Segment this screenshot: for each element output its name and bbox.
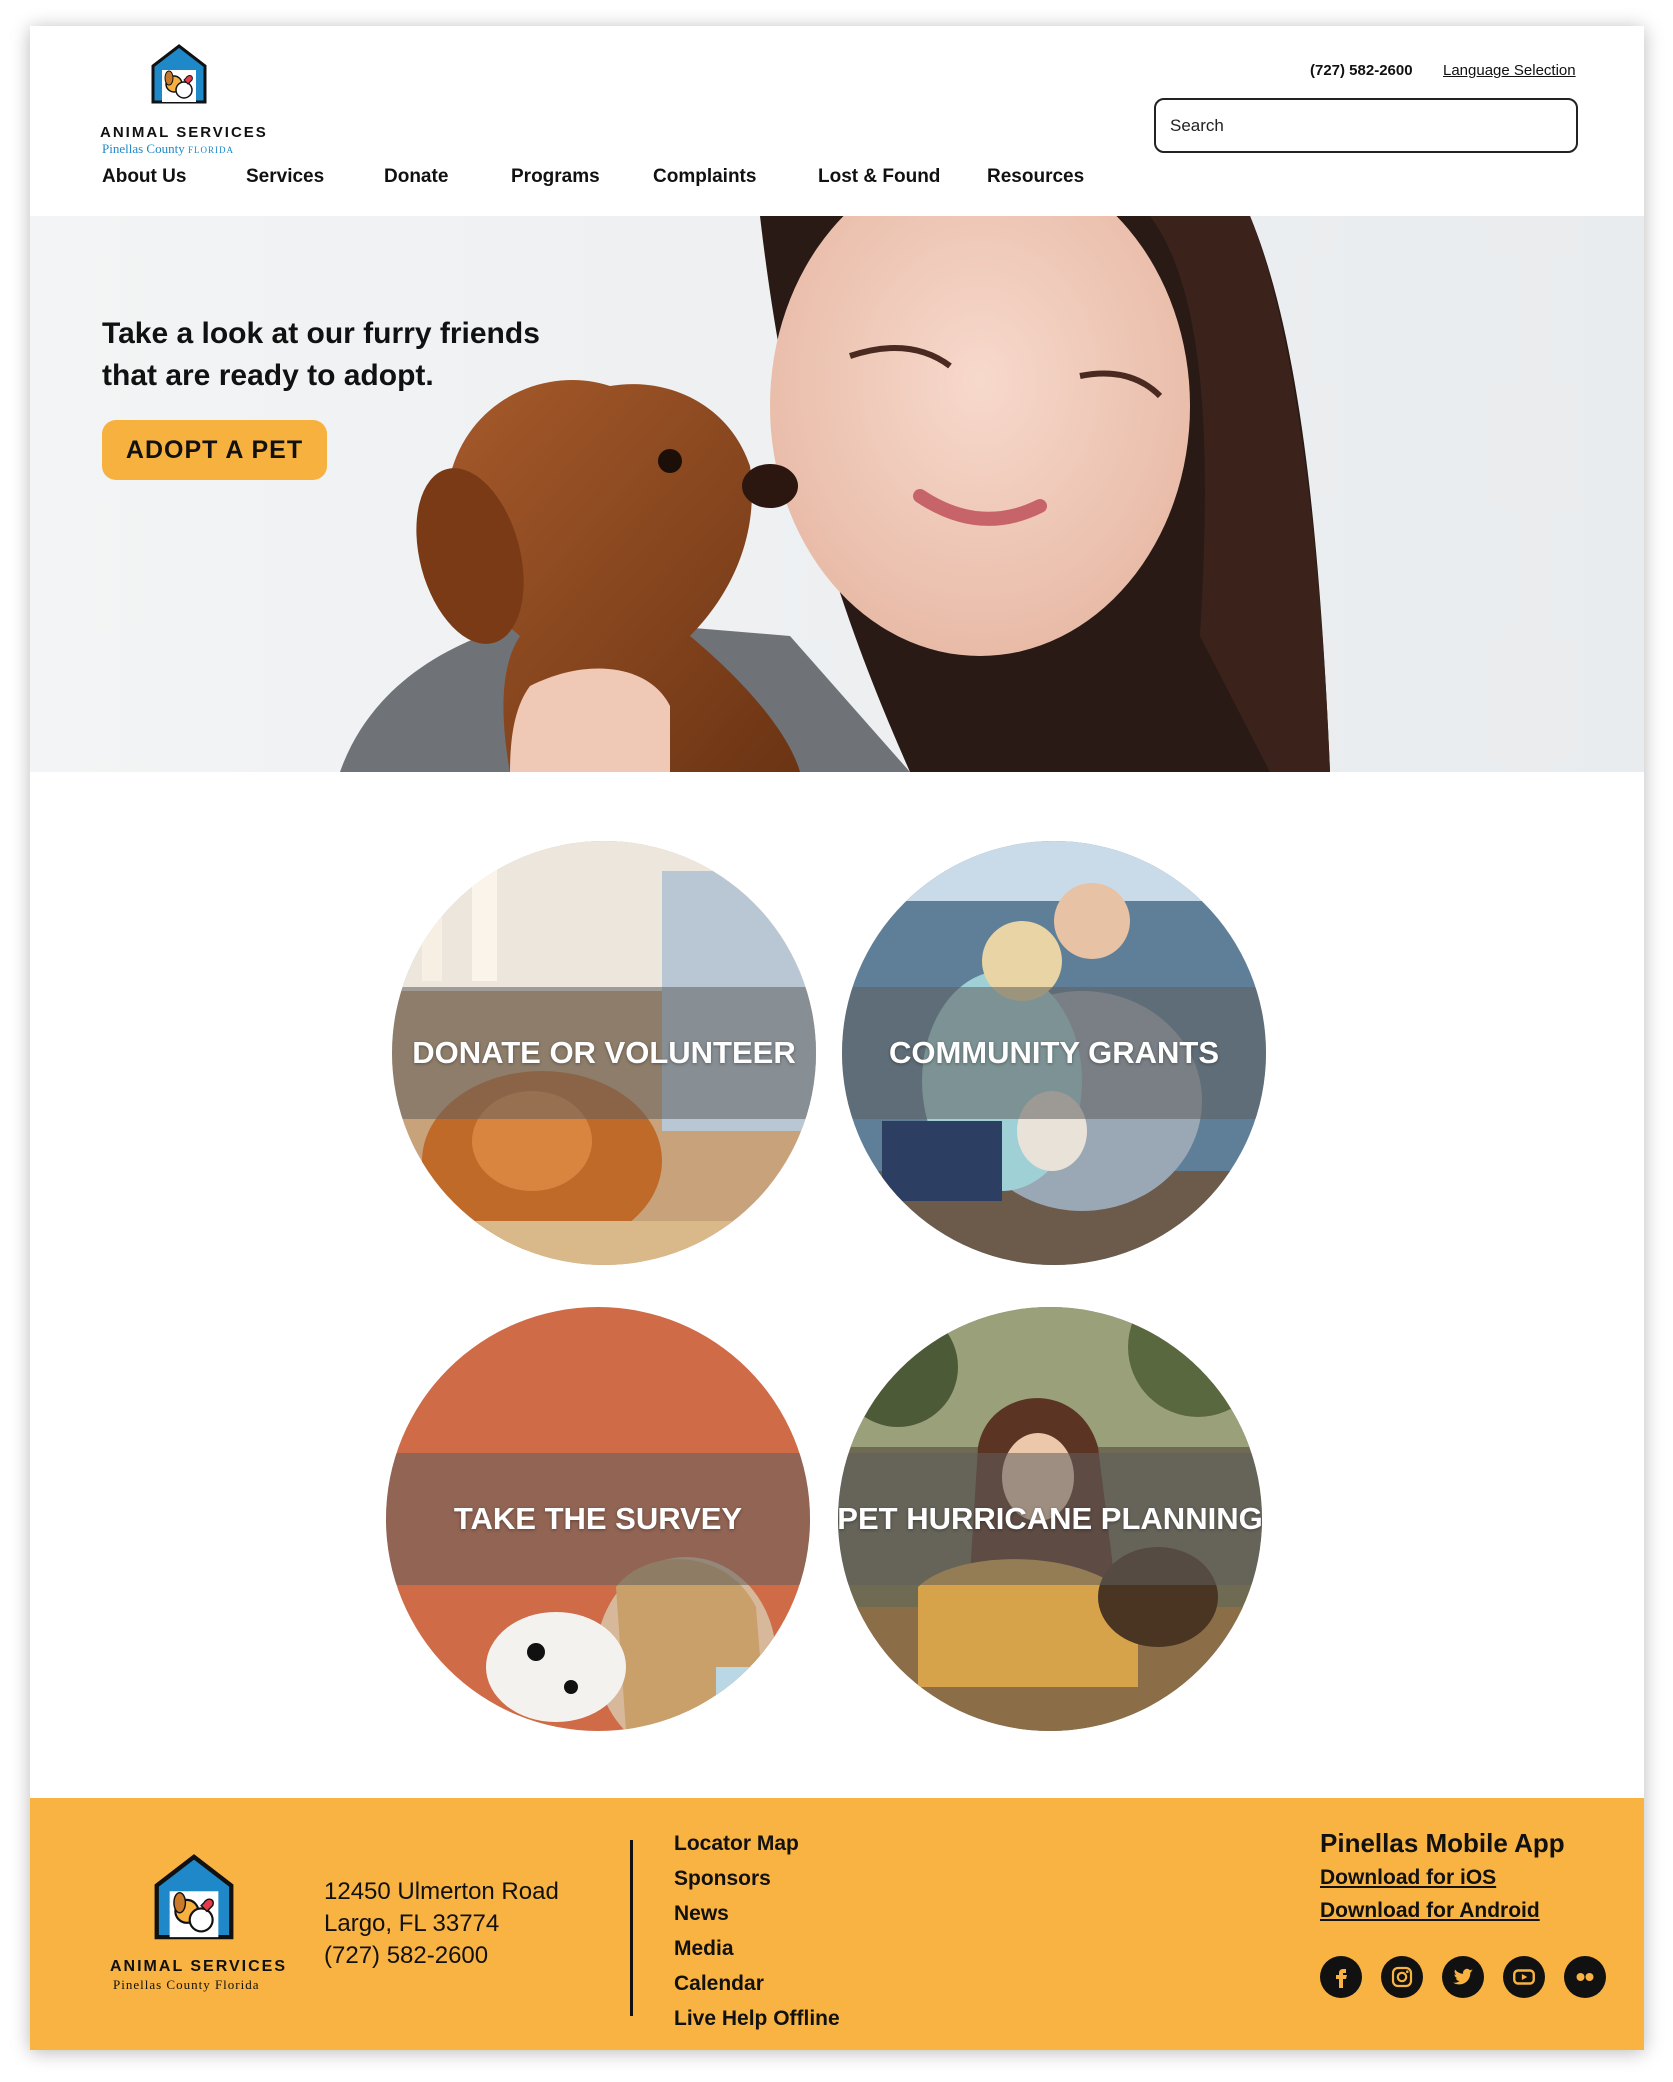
search-input[interactable]: [1154, 98, 1578, 153]
site-logo[interactable]: ANIMAL SERVICES Pinellas County FLORIDA: [100, 44, 270, 156]
tile-take-survey[interactable]: TAKE THE SURVEY: [386, 1307, 810, 1731]
tile-donate-volunteer[interactable]: DONATE OR VOLUNTEER: [392, 841, 816, 1265]
nav-item-resources[interactable]: Resources: [987, 166, 1084, 188]
footer-logo[interactable]: ANIMAL SERVICES Pinellas County Florida: [110, 1854, 290, 1992]
tile-label-donate-volunteer: DONATE OR VOLUNTEER: [412, 1035, 796, 1070]
language-selection-link[interactable]: Language Selection: [1443, 62, 1576, 79]
logo-brand-text: ANIMAL SERVICES: [100, 124, 268, 141]
site-footer: ANIMAL SERVICES Pinellas County Florida …: [30, 1798, 1644, 2050]
site-header: ANIMAL SERVICES Pinellas County FLORIDA …: [30, 26, 1644, 216]
download-ios-link[interactable]: Download for iOS: [1320, 1866, 1496, 1890]
footer-logo-house-icon: [154, 1854, 234, 1940]
facebook-icon[interactable]: [1320, 1956, 1362, 1998]
nav-item-donate[interactable]: Donate: [384, 166, 448, 188]
instagram-icon[interactable]: [1381, 1956, 1423, 1998]
hero-headline-line2: that are ready to adopt.: [102, 359, 434, 392]
footer-divider: [630, 1840, 633, 2016]
nav-item-about-us[interactable]: About Us: [102, 166, 186, 188]
nav-item-services[interactable]: Services: [246, 166, 324, 188]
tile-label-community-grants: COMMUNITY GRANTS: [888, 1035, 1220, 1070]
hero-headline: Take a look at our furry friends that ar…: [102, 313, 562, 397]
footer-links: Locator Map Sponsors News Media Calendar…: [674, 1826, 840, 2036]
tile-pet-hurricane-planning[interactable]: PET HURRICANE PLANNING: [838, 1307, 1262, 1731]
nav-item-lost-found[interactable]: Lost & Found: [818, 166, 940, 188]
logo-state: FLORIDA: [187, 145, 234, 155]
tile-band: TAKE THE SURVEY: [386, 1453, 810, 1585]
nav-item-complaints[interactable]: Complaints: [653, 166, 756, 188]
adopt-a-pet-button[interactable]: ADOPT A PET: [102, 420, 327, 480]
footer-link-calendar[interactable]: Calendar: [674, 1966, 840, 2001]
header-phone[interactable]: (727) 582-2600: [1310, 62, 1413, 79]
footer-link-live-help[interactable]: Live Help Offline: [674, 2001, 840, 2036]
hero-photo: [340, 216, 1330, 772]
mobile-app-title: Pinellas Mobile App: [1320, 1828, 1565, 1858]
logo-county: Pinellas County: [102, 141, 185, 156]
tile-label-pet-hurricane-planning: PET HURRICANE PLANNING: [838, 1501, 1262, 1536]
logo-house-icon: [151, 44, 207, 104]
footer-address: 12450 Ulmerton Road Largo, FL 33774 (727…: [324, 1876, 559, 1972]
footer-link-locator-map[interactable]: Locator Map: [674, 1826, 840, 1861]
footer-phone[interactable]: (727) 582-2600: [324, 1940, 559, 1972]
hero-headline-line1: Take a look at our furry friends: [102, 317, 540, 350]
footer-link-media[interactable]: Media: [674, 1931, 840, 1966]
address-line2: Largo, FL 33774: [324, 1910, 500, 1937]
tile-band: COMMUNITY GRANTS: [842, 987, 1266, 1119]
footer-link-sponsors[interactable]: Sponsors: [674, 1861, 840, 1896]
footer-link-news[interactable]: News: [674, 1896, 840, 1931]
nav-item-programs[interactable]: Programs: [511, 166, 600, 188]
hero-banner: Take a look at our furry friends that ar…: [30, 216, 1644, 772]
footer-brand-text: ANIMAL SERVICES: [110, 1958, 287, 1975]
logo-subtext: Pinellas County FLORIDA: [102, 141, 234, 157]
page-frame: ANIMAL SERVICES Pinellas County FLORIDA …: [30, 26, 1644, 2050]
tile-band: DONATE OR VOLUNTEER: [392, 987, 816, 1119]
tile-band: PET HURRICANE PLANNING: [838, 1453, 1262, 1585]
tile-community-grants[interactable]: COMMUNITY GRANTS: [842, 841, 1266, 1265]
flickr-icon[interactable]: [1564, 1956, 1606, 1998]
address-line1: 12450 Ulmerton Road: [324, 1878, 559, 1905]
twitter-icon[interactable]: [1442, 1956, 1484, 1998]
tile-label-take-survey: TAKE THE SURVEY: [453, 1501, 743, 1536]
youtube-icon[interactable]: [1503, 1956, 1545, 1998]
footer-brand-subtext: Pinellas County Florida: [113, 1977, 260, 1992]
download-android-link[interactable]: Download for Android: [1320, 1899, 1540, 1923]
